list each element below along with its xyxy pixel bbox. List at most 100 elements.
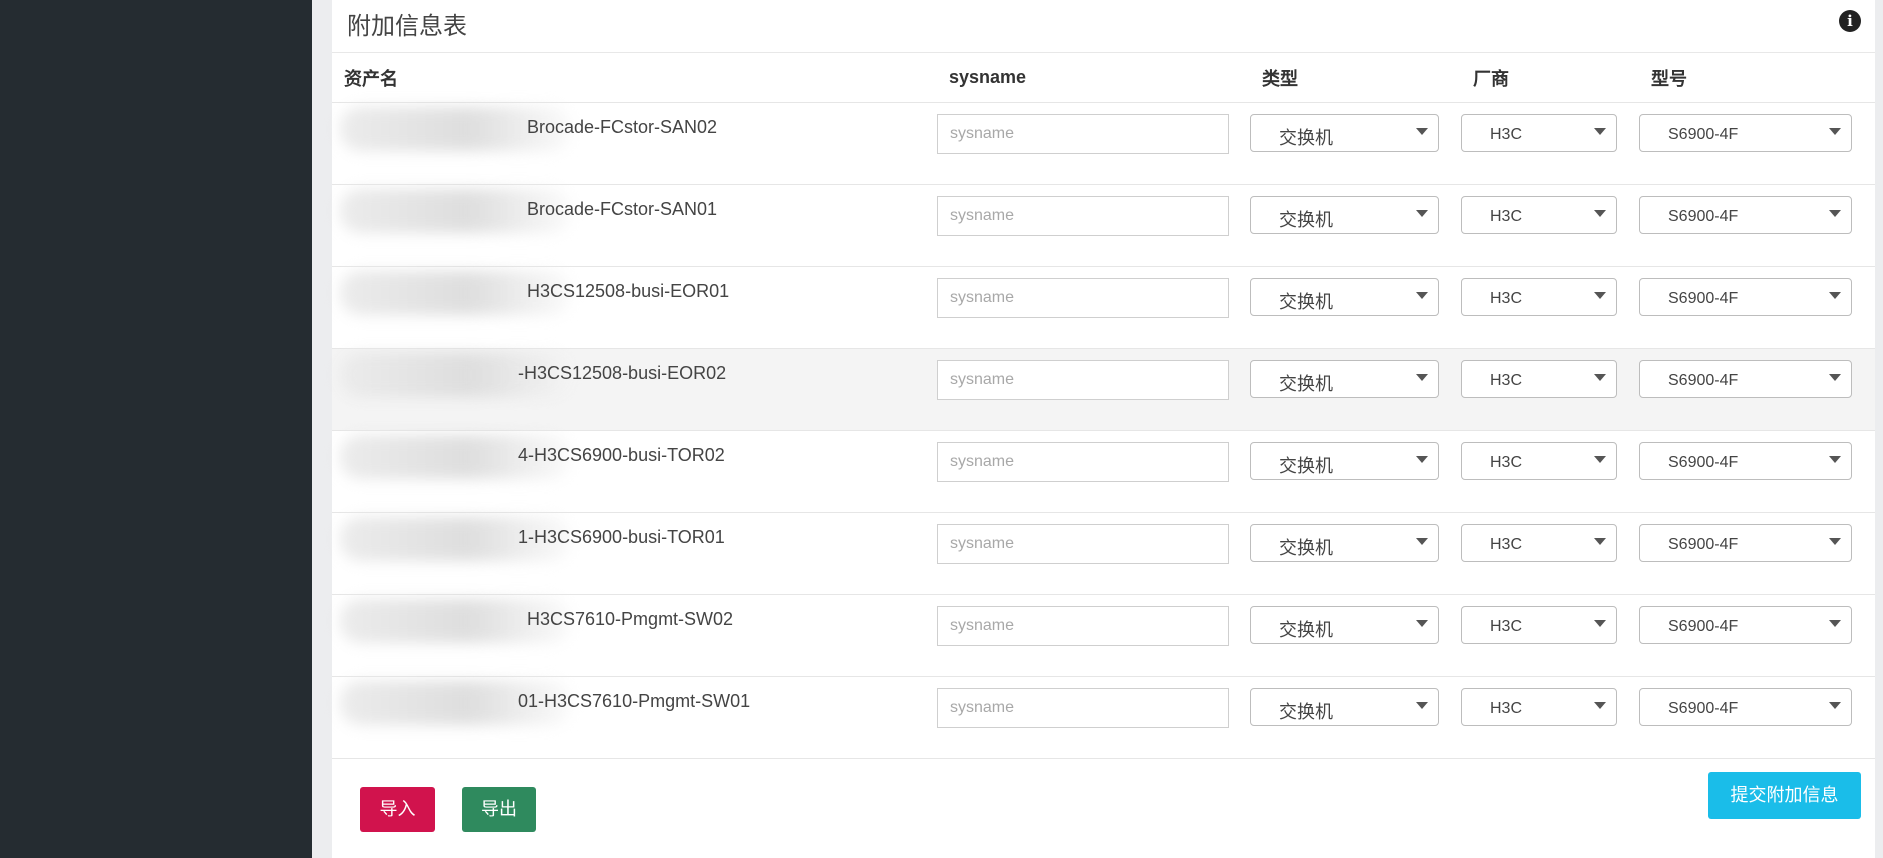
- sysname-input[interactable]: [937, 524, 1229, 564]
- type-cell: 交换机: [1250, 266, 1461, 349]
- model-select[interactable]: S6900-4F: [1639, 360, 1852, 398]
- asset-name-cell: -H3CS12508-busi-EOR02: [332, 348, 937, 431]
- sysname-input[interactable]: [937, 114, 1229, 154]
- chevron-down-icon: [1594, 538, 1606, 545]
- table-row: -H3CS12508-busi-EOR02 交换机 H3C S6900-4F: [332, 348, 1875, 431]
- info-circle-icon[interactable]: i: [1839, 10, 1861, 32]
- table-row: 01-H3CS7610-Pmgmt-SW01 交换机 H3C S6900-4F: [332, 676, 1875, 759]
- vendor-select[interactable]: H3C: [1461, 606, 1617, 644]
- chevron-down-icon: [1594, 210, 1606, 217]
- type-select-value: 交换机: [1279, 374, 1333, 394]
- sysname-input[interactable]: [937, 688, 1229, 728]
- model-select[interactable]: S6900-4F: [1639, 688, 1852, 726]
- type-select[interactable]: 交换机: [1250, 442, 1439, 480]
- header-sysname: sysname: [937, 53, 1250, 103]
- chevron-down-icon: [1416, 292, 1428, 299]
- asset-name-cell: H3CS12508-busi-EOR01: [332, 266, 937, 349]
- type-cell: 交换机: [1250, 512, 1461, 595]
- model-cell: S6900-4F: [1639, 676, 1875, 759]
- type-cell: 交换机: [1250, 102, 1461, 185]
- export-button[interactable]: 导出: [462, 787, 536, 832]
- vendor-cell: H3C: [1461, 594, 1639, 677]
- asset-name: 01-H3CS7610-Pmgmt-SW01: [518, 691, 751, 711]
- type-select-value: 交换机: [1279, 292, 1333, 312]
- vendor-select[interactable]: H3C: [1461, 196, 1617, 234]
- model-cell: S6900-4F: [1639, 512, 1875, 595]
- additional-info-panel: 附加信息表 i 资产名 sysname 类型 厂商 型号 Brocade-FCs…: [332, 0, 1875, 858]
- vendor-select-value: H3C: [1490, 700, 1523, 717]
- chevron-down-icon: [1594, 374, 1606, 381]
- type-select[interactable]: 交换机: [1250, 524, 1439, 562]
- chevron-down-icon: [1829, 538, 1841, 545]
- model-select[interactable]: S6900-4F: [1639, 278, 1852, 316]
- sysname-input[interactable]: [937, 442, 1229, 482]
- vendor-cell: H3C: [1461, 266, 1639, 349]
- sysname-input[interactable]: [937, 606, 1229, 646]
- vendor-select[interactable]: H3C: [1461, 442, 1617, 480]
- asset-name: Brocade-FCstor-SAN02: [527, 117, 718, 137]
- panel-title: 附加信息表: [347, 13, 467, 40]
- vendor-select-value: H3C: [1490, 454, 1523, 471]
- chevron-down-icon: [1829, 620, 1841, 627]
- model-select-value: S6900-4F: [1668, 618, 1739, 635]
- vendor-select[interactable]: H3C: [1461, 688, 1617, 726]
- vendor-select[interactable]: H3C: [1461, 360, 1617, 398]
- chevron-down-icon: [1829, 702, 1841, 709]
- vendor-select[interactable]: H3C: [1461, 524, 1617, 562]
- vendor-select-value: H3C: [1490, 618, 1523, 635]
- vendor-cell: H3C: [1461, 676, 1639, 759]
- type-select[interactable]: 交换机: [1250, 196, 1439, 234]
- table-row: 1-H3CS6900-busi-TOR01 交换机 H3C S6900-4F: [332, 512, 1875, 595]
- type-select-value: 交换机: [1279, 456, 1333, 476]
- type-select-value: 交换机: [1279, 210, 1333, 230]
- chevron-down-icon: [1416, 702, 1428, 709]
- model-select[interactable]: S6900-4F: [1639, 196, 1852, 234]
- model-select[interactable]: S6900-4F: [1639, 524, 1852, 562]
- type-select-value: 交换机: [1279, 128, 1333, 148]
- model-select[interactable]: S6900-4F: [1639, 442, 1852, 480]
- type-select[interactable]: 交换机: [1250, 606, 1439, 644]
- vendor-select-value: H3C: [1490, 536, 1523, 553]
- asset-name: 1-H3CS6900-busi-TOR01: [518, 527, 725, 547]
- table-row: Brocade-FCstor-SAN02 交换机 H3C S6900-4F: [332, 102, 1875, 185]
- model-select-value: S6900-4F: [1668, 372, 1739, 389]
- sysname-input[interactable]: [937, 196, 1229, 236]
- type-select[interactable]: 交换机: [1250, 114, 1439, 152]
- vendor-cell: H3C: [1461, 512, 1639, 595]
- chevron-down-icon: [1829, 128, 1841, 135]
- model-select-value: S6900-4F: [1668, 454, 1739, 471]
- type-select[interactable]: 交换机: [1250, 688, 1439, 726]
- header-vendor: 厂商: [1461, 53, 1639, 103]
- chevron-down-icon: [1594, 128, 1606, 135]
- chevron-down-icon: [1594, 620, 1606, 627]
- chevron-down-icon: [1416, 128, 1428, 135]
- import-button[interactable]: 导入: [360, 787, 435, 832]
- type-cell: 交换机: [1250, 348, 1461, 431]
- chevron-down-icon: [1416, 620, 1428, 627]
- table-row: H3CS12508-busi-EOR01 交换机 H3C S6900-4F: [332, 266, 1875, 349]
- sysname-cell: [937, 676, 1250, 759]
- type-select[interactable]: 交换机: [1250, 278, 1439, 316]
- sysname-cell: [937, 512, 1250, 595]
- submit-additional-info-button[interactable]: 提交附加信息: [1708, 772, 1861, 819]
- model-cell: S6900-4F: [1639, 102, 1875, 185]
- sidebar: [0, 0, 312, 858]
- vendor-cell: H3C: [1461, 102, 1639, 185]
- chevron-down-icon: [1829, 292, 1841, 299]
- model-select[interactable]: S6900-4F: [1639, 606, 1852, 644]
- model-select[interactable]: S6900-4F: [1639, 114, 1852, 152]
- sysname-input[interactable]: [937, 278, 1229, 318]
- chevron-down-icon: [1829, 210, 1841, 217]
- vendor-select[interactable]: H3C: [1461, 114, 1617, 152]
- model-cell: S6900-4F: [1639, 348, 1875, 431]
- chevron-down-icon: [1594, 702, 1606, 709]
- vendor-select[interactable]: H3C: [1461, 278, 1617, 316]
- model-select-value: S6900-4F: [1668, 126, 1739, 143]
- chevron-down-icon: [1594, 292, 1606, 299]
- type-select[interactable]: 交换机: [1250, 360, 1439, 398]
- asset-name-cell: Brocade-FCstor-SAN02: [332, 102, 937, 185]
- asset-name: 4-H3CS6900-busi-TOR02: [518, 445, 725, 465]
- sysname-input[interactable]: [937, 360, 1229, 400]
- type-select-value: 交换机: [1279, 620, 1333, 640]
- chevron-down-icon: [1829, 374, 1841, 381]
